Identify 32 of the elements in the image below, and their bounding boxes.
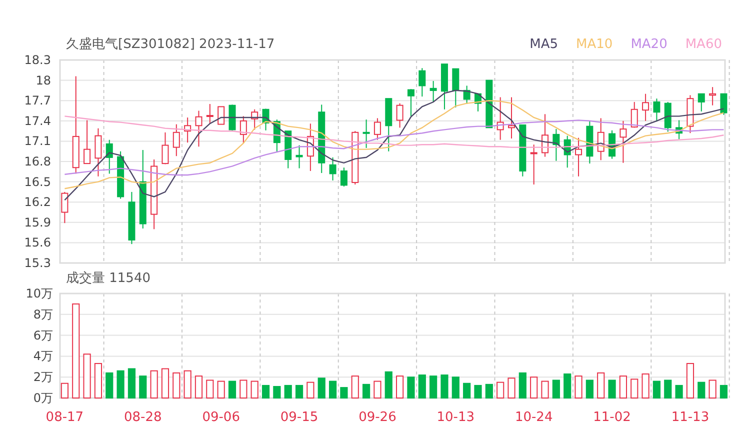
axis-label: 08-17 [46, 410, 84, 425]
legend-label: MA20 [630, 36, 668, 52]
axis-label: 18.3 [24, 53, 51, 67]
axis-label: 17.4 [24, 114, 51, 128]
legend-label: MA10 [576, 36, 613, 52]
axis-label: 09-06 [202, 410, 240, 425]
axis-label: 2万 [33, 370, 53, 384]
axis-label: 16.2 [24, 195, 51, 210]
chart-title: 久盛电气[SZ301082] 2023-11-17 [66, 36, 275, 53]
axis-label: 08-28 [124, 410, 162, 425]
axis-label: 17.1 [24, 134, 51, 148]
axis-label: 09-26 [358, 410, 396, 425]
axis-label: 16.8 [24, 154, 51, 168]
axis-label: 15.9 [24, 215, 51, 230]
axis-label: 11-13 [671, 410, 710, 425]
axis-label: 11-02 [593, 410, 631, 425]
axis-label: 09-15 [280, 410, 318, 425]
axis-label: 10-24 [514, 410, 553, 425]
axis-label: 16.5 [24, 174, 51, 189]
axis-label: 18 [36, 73, 51, 88]
axis-label: 15.6 [24, 236, 51, 250]
axis-label: 10-13 [436, 410, 475, 425]
axis-label: 15.3 [24, 256, 51, 268]
chart-title: 成交量 11540 [66, 270, 150, 287]
legend-label: MA5 [530, 36, 558, 52]
axis-label: 10万 [26, 288, 53, 300]
axis-label: 6万 [33, 328, 53, 342]
axis-label: 0万 [33, 391, 53, 405]
axis-label: 4万 [33, 349, 53, 364]
axis-label: 8万 [33, 307, 53, 322]
legend-label: MA60 [685, 36, 722, 52]
axis-label: 17.7 [24, 94, 51, 108]
